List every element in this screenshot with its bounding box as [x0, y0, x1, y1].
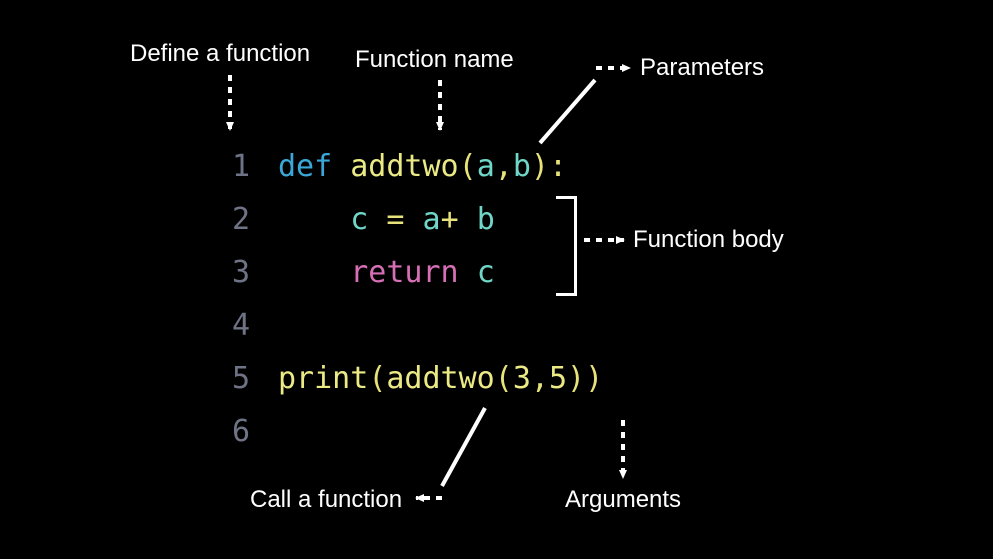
- code-line-3: 3 return c: [200, 246, 603, 299]
- label-arguments: Arguments: [565, 486, 681, 514]
- code-block: 1def addtwo(a,b):2 c = a+ b3 return c45p…: [200, 140, 603, 458]
- code-line-content: print(addtwo(3,5)): [278, 352, 603, 405]
- line-number: 5: [200, 352, 278, 405]
- code-token: return: [350, 255, 476, 290]
- line-number: 6: [200, 405, 278, 458]
- code-token: a: [477, 149, 495, 184]
- code-token: ,: [531, 361, 549, 396]
- code-token: [278, 255, 350, 290]
- label-function-name: Function name: [355, 46, 514, 74]
- code-token: print: [278, 361, 368, 396]
- code-token: [278, 202, 350, 237]
- code-token: b: [477, 202, 495, 237]
- code-line-1: 1def addtwo(a,b):: [200, 140, 603, 193]
- code-line-content: def addtwo(a,b):: [278, 140, 567, 193]
- code-line-5: 5print(addtwo(3,5)): [200, 352, 603, 405]
- code-token: +: [441, 202, 477, 237]
- line-number: 4: [200, 299, 278, 352]
- code-line-4: 4: [200, 299, 603, 352]
- code-token: addtwo: [350, 149, 458, 184]
- code-token: :: [549, 149, 567, 184]
- code-token: def: [278, 149, 350, 184]
- code-token: c: [477, 255, 495, 290]
- code-line-2: 2 c = a+ b: [200, 193, 603, 246]
- code-token: ): [567, 361, 585, 396]
- label-parameters: Parameters: [640, 54, 764, 82]
- line-number: 2: [200, 193, 278, 246]
- code-token: c: [350, 202, 368, 237]
- code-token: b: [513, 149, 531, 184]
- line-number: 3: [200, 246, 278, 299]
- label-define-function: Define a function: [130, 40, 310, 68]
- code-token: (: [495, 361, 513, 396]
- line-number: 1: [200, 140, 278, 193]
- code-line-6: 6: [200, 405, 603, 458]
- arrow-params-solid: [540, 80, 595, 143]
- code-token: =: [368, 202, 422, 237]
- code-token: (: [368, 361, 386, 396]
- code-token: a: [423, 202, 441, 237]
- code-line-content: c = a+ b: [278, 193, 495, 246]
- code-token: 5: [549, 361, 567, 396]
- code-token: ,: [495, 149, 513, 184]
- code-token: addtwo: [386, 361, 494, 396]
- code-token: ): [531, 149, 549, 184]
- label-function-body: Function body: [633, 226, 784, 254]
- label-call-function: Call a function: [250, 486, 402, 514]
- code-line-content: return c: [278, 246, 495, 299]
- code-token: ): [585, 361, 603, 396]
- code-token: (: [459, 149, 477, 184]
- code-token: 3: [513, 361, 531, 396]
